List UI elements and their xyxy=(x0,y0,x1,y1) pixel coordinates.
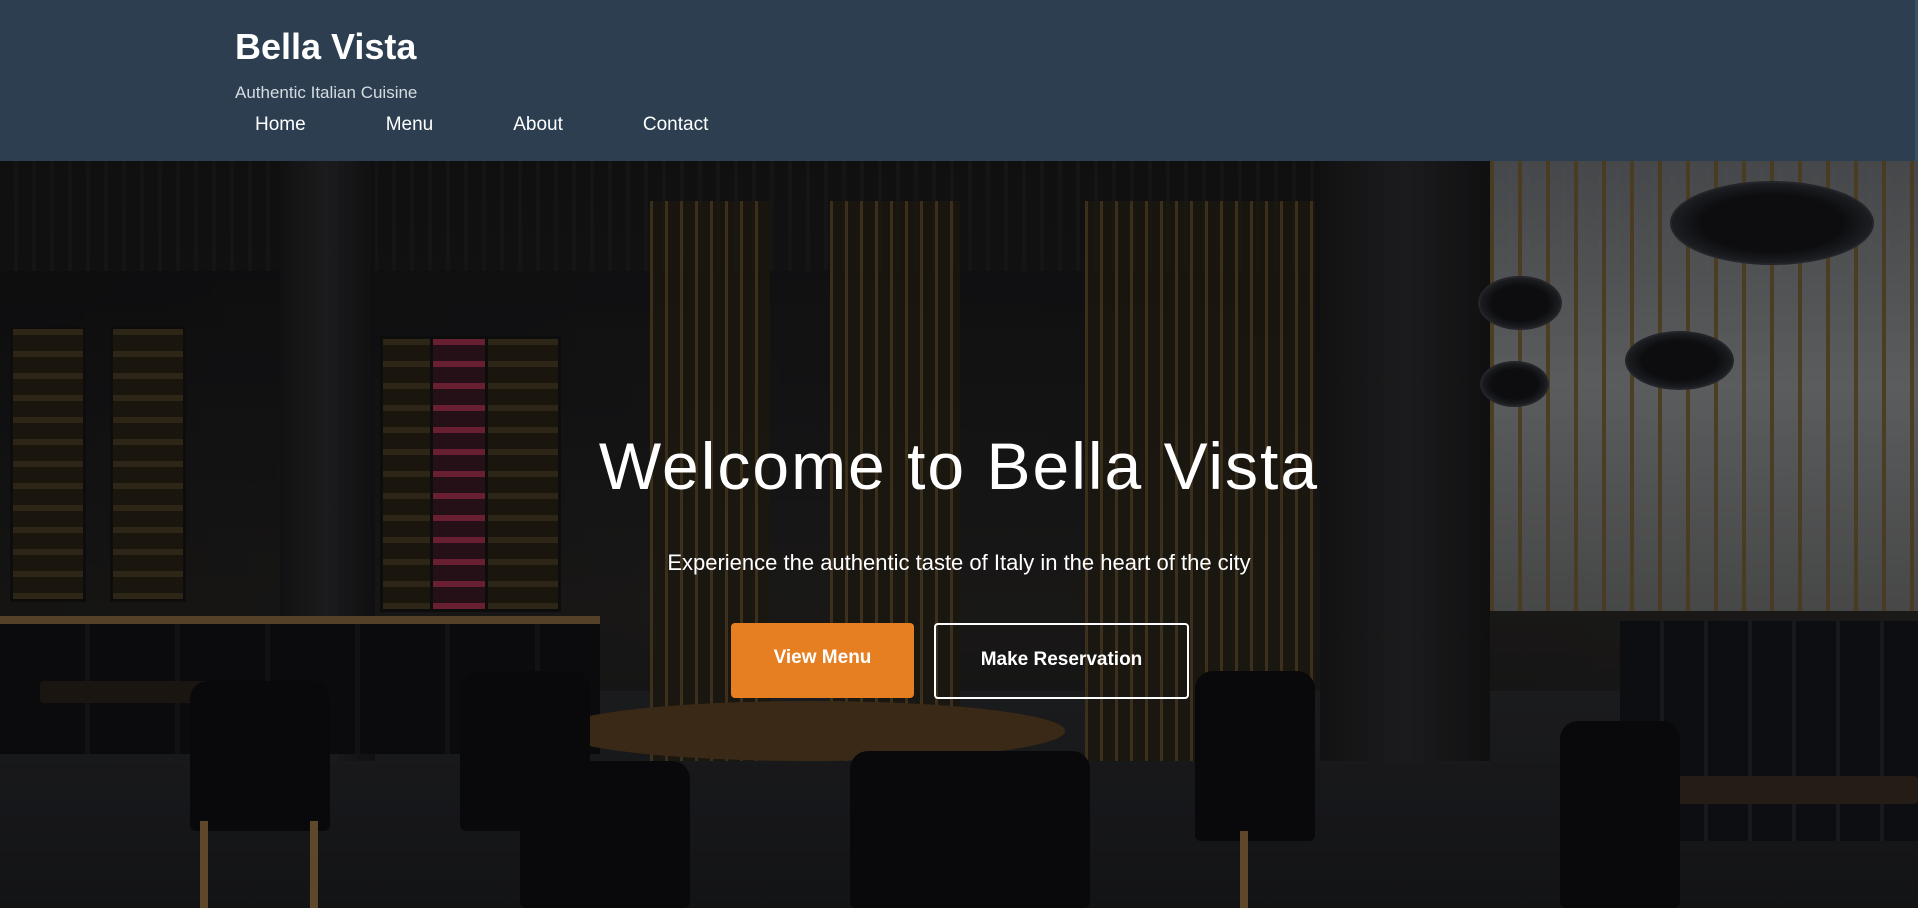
site-header: Bella Vista Authentic Italian Cuisine Ho… xyxy=(0,0,1918,161)
make-reservation-button[interactable]: Make Reservation xyxy=(934,623,1189,699)
hero-subtitle: Experience the authentic taste of Italy … xyxy=(667,550,1251,575)
hero-content: Welcome to Bella Vista Experience the au… xyxy=(0,161,1918,908)
brand-tagline: Authentic Italian Cuisine xyxy=(235,83,418,102)
nav-link-contact[interactable]: Contact xyxy=(623,113,728,137)
hero-title: Welcome to Bella Vista xyxy=(598,429,1320,503)
main-nav: Home Menu About Contact xyxy=(235,113,768,137)
nav-link-menu[interactable]: Menu xyxy=(366,113,454,137)
view-menu-button[interactable]: View Menu xyxy=(731,623,914,698)
brand-logo-text[interactable]: Bella Vista xyxy=(235,26,416,68)
nav-link-home[interactable]: Home xyxy=(235,113,326,137)
hero-section: Welcome to Bella Vista Experience the au… xyxy=(0,161,1918,908)
nav-link-about[interactable]: About xyxy=(493,113,583,137)
